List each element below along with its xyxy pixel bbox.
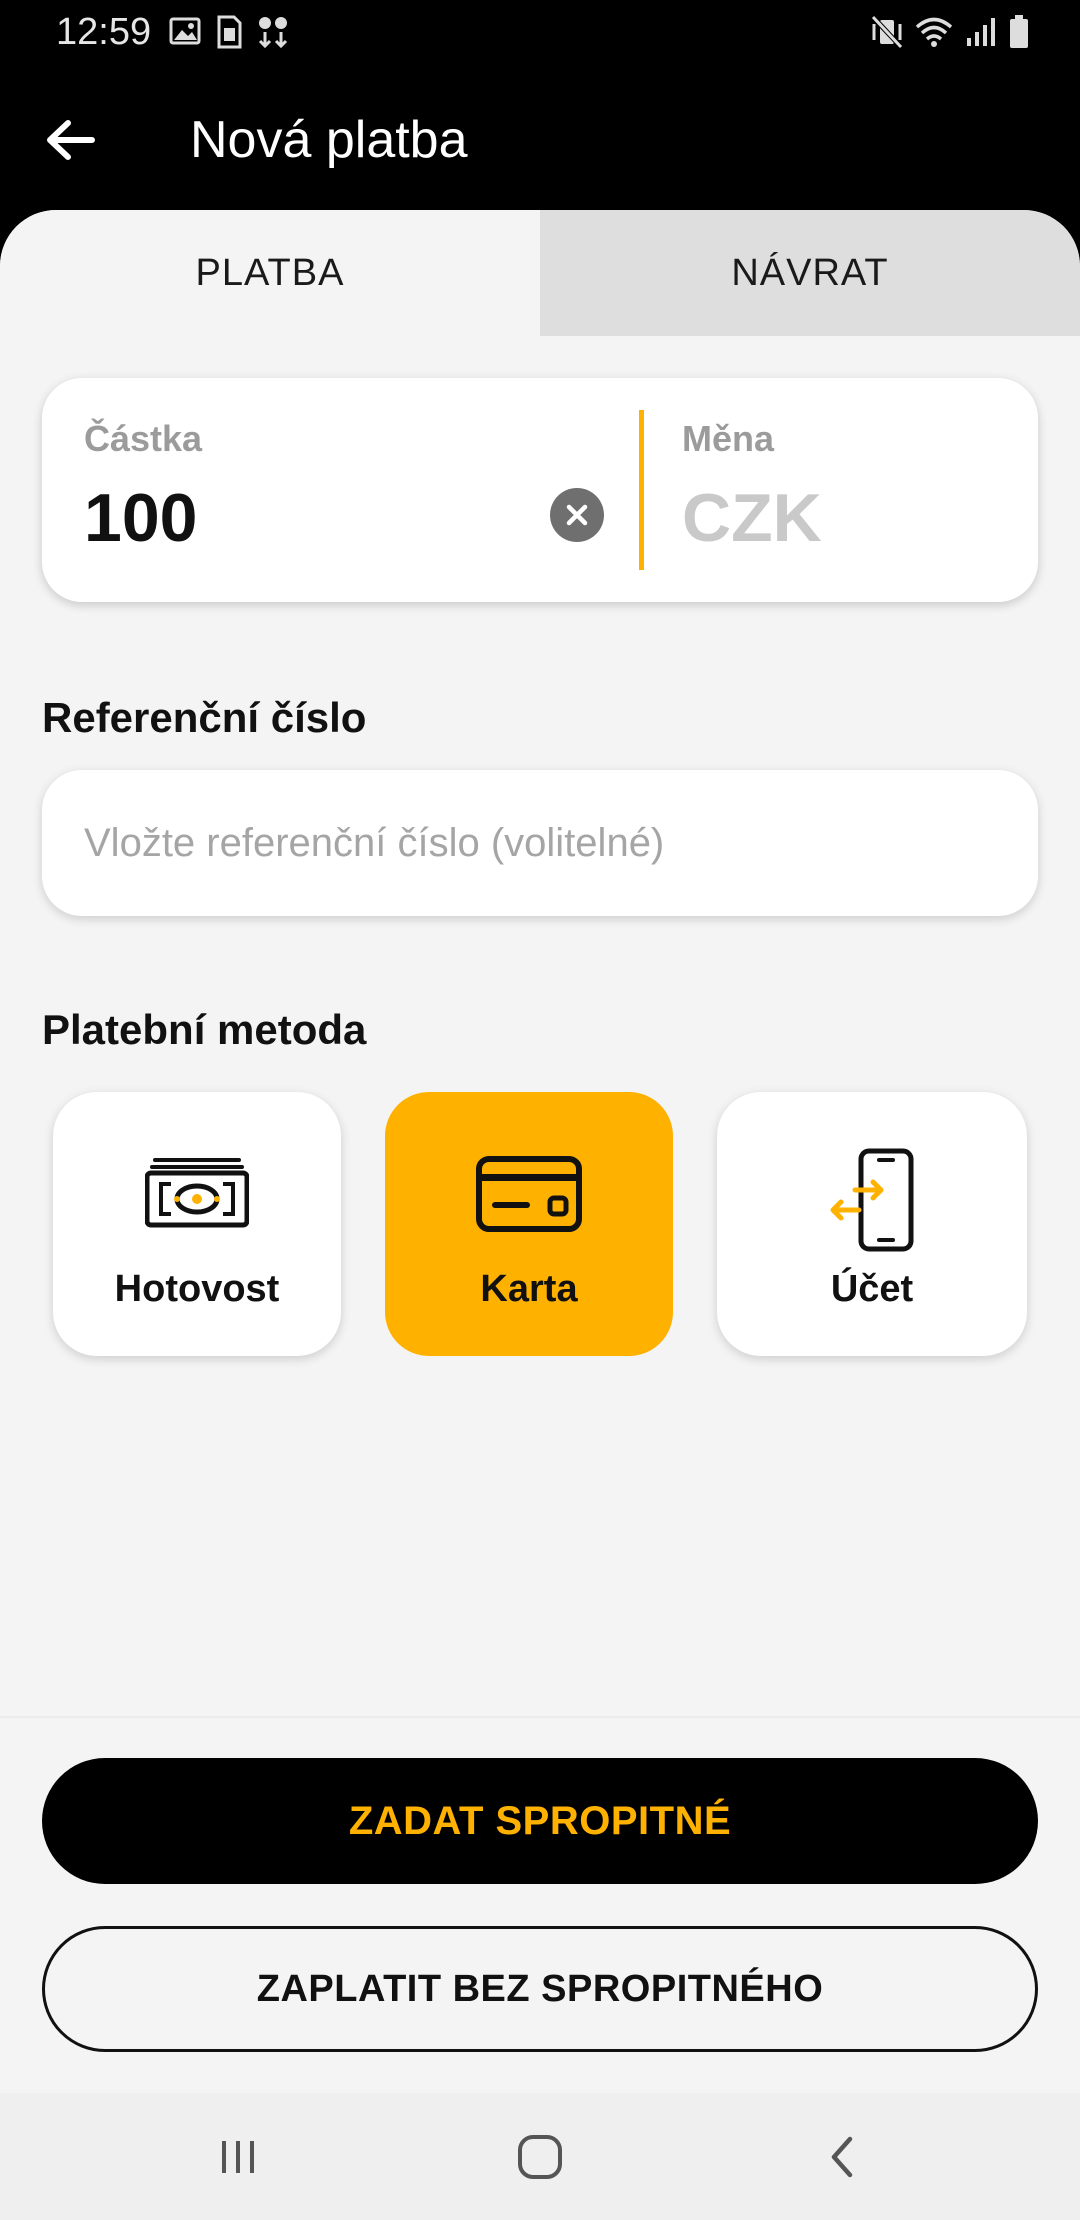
currency-label: Měna	[682, 418, 775, 459]
image-icon	[168, 14, 202, 50]
system-nav-bar	[0, 2093, 1080, 2220]
status-bar: 12:59	[0, 0, 1080, 66]
amount-currency-divider	[639, 410, 644, 570]
back-button[interactable]	[34, 104, 106, 176]
currency-value: CZK	[682, 480, 822, 556]
wifi-icon	[914, 14, 954, 50]
signal-icon	[964, 14, 998, 50]
add-tip-button[interactable]: ZADAT SPROPITNÉ	[42, 1758, 1038, 1884]
reference-input[interactable]	[42, 770, 1038, 916]
status-right-icons	[870, 12, 1030, 52]
arrow-left-icon	[47, 120, 95, 160]
status-left-icons	[168, 14, 290, 50]
method-ucet[interactable]: Účet	[717, 1092, 1027, 1356]
amount-input[interactable]: 100	[84, 478, 197, 558]
method-label: Hotovost	[114, 1268, 280, 1310]
amount-label: Částka	[84, 418, 203, 459]
method-label: Karta	[480, 1268, 578, 1310]
footer-divider	[0, 1716, 1080, 1718]
method-karta[interactable]: Karta	[385, 1092, 673, 1356]
amount-card: Částka 100 Měna CZK	[42, 378, 1038, 602]
close-circle-icon	[566, 504, 588, 526]
home-button[interactable]	[510, 2127, 570, 2187]
page-title: Nová platba	[190, 111, 468, 169]
payment-method-label: Platební metoda	[42, 1006, 367, 1053]
tab-platba[interactable]: PLATBA	[0, 210, 540, 336]
pay-without-tip-button[interactable]: ZAPLATIT BEZ SPROPITNÉHO	[42, 1926, 1038, 2052]
content-panel: PLATBA NÁVRAT Částka 100 Měna CZK Refere…	[0, 210, 1080, 2093]
reference-label: Referenční číslo	[42, 694, 367, 741]
cash-icon	[144, 1156, 250, 1233]
phone-transfer-icon	[827, 1148, 917, 1257]
back-nav-button[interactable]	[812, 2127, 872, 2187]
vibrate-off-icon	[870, 14, 904, 50]
sim-card-icon	[214, 14, 244, 50]
clear-amount-button[interactable]	[550, 488, 604, 542]
tab-bar: PLATBA NÁVRAT	[0, 210, 1080, 336]
download-icon	[256, 14, 290, 50]
method-label: Účet	[830, 1268, 914, 1310]
home-icon	[518, 2135, 562, 2179]
battery-icon	[1008, 14, 1030, 50]
recent-apps-icon	[222, 2141, 254, 2173]
method-hotovost[interactable]: Hotovost	[53, 1092, 341, 1356]
status-time: 12:59	[56, 11, 152, 53]
chevron-left-icon	[831, 2136, 853, 2178]
recent-apps-button[interactable]	[208, 2127, 268, 2187]
app-bar: Nová platba	[0, 66, 1080, 210]
credit-card-icon	[476, 1156, 582, 1237]
tab-navrat[interactable]: NÁVRAT	[540, 210, 1080, 336]
